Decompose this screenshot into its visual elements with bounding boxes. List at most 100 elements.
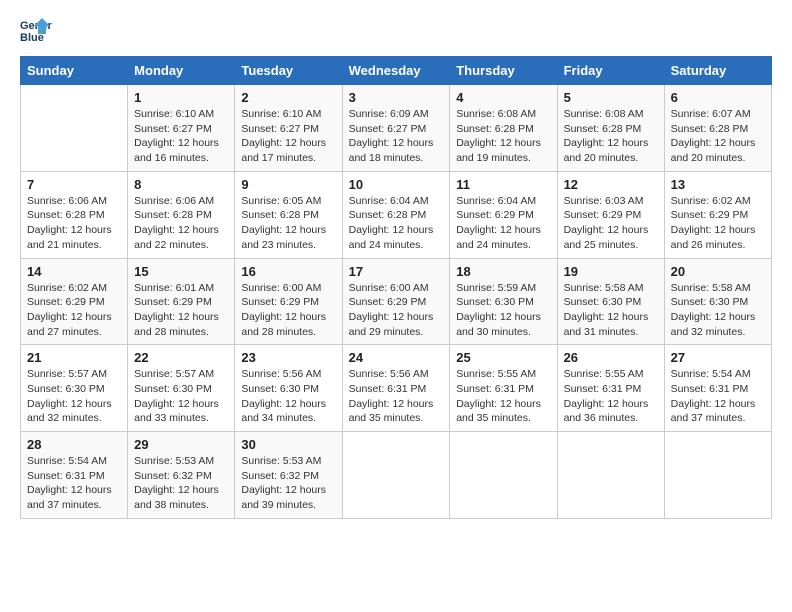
day-info: Sunrise: 6:10 AM Sunset: 6:27 PM Dayligh…	[134, 107, 228, 166]
day-info: Sunrise: 5:55 AM Sunset: 6:31 PM Dayligh…	[564, 367, 658, 426]
day-cell-6: 6 Sunrise: 6:07 AM Sunset: 6:28 PM Daylig…	[664, 85, 771, 172]
day-number: 10	[349, 177, 444, 192]
weekday-header-tuesday: Tuesday	[235, 57, 342, 85]
day-number: 20	[671, 264, 765, 279]
day-info: Sunrise: 6:00 AM Sunset: 6:29 PM Dayligh…	[241, 281, 335, 340]
calendar-table: SundayMondayTuesdayWednesdayThursdayFrid…	[20, 56, 772, 519]
day-cell-28: 28 Sunrise: 5:54 AM Sunset: 6:31 PM Dayli…	[21, 432, 128, 519]
day-info: Sunrise: 5:55 AM Sunset: 6:31 PM Dayligh…	[456, 367, 550, 426]
weekday-header-row: SundayMondayTuesdayWednesdayThursdayFrid…	[21, 57, 772, 85]
day-number: 13	[671, 177, 765, 192]
empty-cell	[342, 432, 450, 519]
day-info: Sunrise: 6:04 AM Sunset: 6:28 PM Dayligh…	[349, 194, 444, 253]
day-number: 22	[134, 350, 228, 365]
day-info: Sunrise: 6:06 AM Sunset: 6:28 PM Dayligh…	[134, 194, 228, 253]
day-cell-14: 14Sunrise: 6:02 AM Sunset: 6:29 PM Dayli…	[21, 258, 128, 345]
day-number: 19	[564, 264, 658, 279]
day-cell-24: 24 Sunrise: 5:56 AM Sunset: 6:31 PM Dayli…	[342, 345, 450, 432]
weekday-header-thursday: Thursday	[450, 57, 557, 85]
day-number: 1	[134, 90, 228, 105]
day-info: Sunrise: 6:07 AM Sunset: 6:28 PM Dayligh…	[671, 107, 765, 166]
day-number: 18	[456, 264, 550, 279]
day-info: Sunrise: 6:04 AM Sunset: 6:29 PM Dayligh…	[456, 194, 550, 253]
day-cell-1: 1 Sunrise: 6:10 AM Sunset: 6:27 PM Daylig…	[128, 85, 235, 172]
empty-cell	[557, 432, 664, 519]
week-row-2: 7 Sunrise: 6:06 AM Sunset: 6:28 PM Daylig…	[21, 171, 772, 258]
weekday-header-wednesday: Wednesday	[342, 57, 450, 85]
day-info: Sunrise: 6:09 AM Sunset: 6:27 PM Dayligh…	[349, 107, 444, 166]
day-cell-26: 26 Sunrise: 5:55 AM Sunset: 6:31 PM Dayli…	[557, 345, 664, 432]
day-number: 12	[564, 177, 658, 192]
week-row-1: 1 Sunrise: 6:10 AM Sunset: 6:27 PM Daylig…	[21, 85, 772, 172]
day-number: 7	[27, 177, 121, 192]
day-number: 16	[241, 264, 335, 279]
day-number: 2	[241, 90, 335, 105]
day-info: Sunrise: 6:10 AM Sunset: 6:27 PM Dayligh…	[241, 107, 335, 166]
week-row-4: 21 Sunrise: 5:57 AM Sunset: 6:30 PM Dayli…	[21, 345, 772, 432]
day-info: Sunrise: 6:00 AM Sunset: 6:29 PM Dayligh…	[349, 281, 444, 340]
day-cell-18: 18 Sunrise: 5:59 AM Sunset: 6:30 PM Dayli…	[450, 258, 557, 345]
day-info: Sunrise: 5:57 AM Sunset: 6:30 PM Dayligh…	[27, 367, 121, 426]
day-info: Sunrise: 5:54 AM Sunset: 6:31 PM Dayligh…	[671, 367, 765, 426]
logo-icon: General Blue	[20, 16, 52, 44]
day-info: Sunrise: 5:58 AM Sunset: 6:30 PM Dayligh…	[671, 281, 765, 340]
empty-cell	[450, 432, 557, 519]
day-number: 8	[134, 177, 228, 192]
day-info: Sunrise: 5:59 AM Sunset: 6:30 PM Dayligh…	[456, 281, 550, 340]
day-info: Sunrise: 6:08 AM Sunset: 6:28 PM Dayligh…	[456, 107, 550, 166]
day-number: 21	[27, 350, 121, 365]
weekday-header-saturday: Saturday	[664, 57, 771, 85]
day-cell-10: 10 Sunrise: 6:04 AM Sunset: 6:28 PM Dayli…	[342, 171, 450, 258]
day-number: 17	[349, 264, 444, 279]
week-row-5: 28 Sunrise: 5:54 AM Sunset: 6:31 PM Dayli…	[21, 432, 772, 519]
weekday-header-sunday: Sunday	[21, 57, 128, 85]
day-info: Sunrise: 6:01 AM Sunset: 6:29 PM Dayligh…	[134, 281, 228, 340]
day-info: Sunrise: 5:56 AM Sunset: 6:30 PM Dayligh…	[241, 367, 335, 426]
day-cell-25: 25 Sunrise: 5:55 AM Sunset: 6:31 PM Dayli…	[450, 345, 557, 432]
day-number: 4	[456, 90, 550, 105]
day-cell-17: 17 Sunrise: 6:00 AM Sunset: 6:29 PM Dayli…	[342, 258, 450, 345]
day-info: Sunrise: 5:53 AM Sunset: 6:32 PM Dayligh…	[134, 454, 228, 513]
day-number: 11	[456, 177, 550, 192]
logo: General Blue	[20, 16, 52, 44]
day-number: 26	[564, 350, 658, 365]
day-cell-12: 12Sunrise: 6:03 AM Sunset: 6:29 PM Dayli…	[557, 171, 664, 258]
day-cell-8: 8 Sunrise: 6:06 AM Sunset: 6:28 PM Daylig…	[128, 171, 235, 258]
day-number: 9	[241, 177, 335, 192]
day-cell-19: 19Sunrise: 5:58 AM Sunset: 6:30 PM Dayli…	[557, 258, 664, 345]
day-info: Sunrise: 6:02 AM Sunset: 6:29 PM Dayligh…	[27, 281, 121, 340]
day-cell-16: 16 Sunrise: 6:00 AM Sunset: 6:29 PM Dayli…	[235, 258, 342, 345]
day-cell-9: 9Sunrise: 6:05 AM Sunset: 6:28 PM Daylig…	[235, 171, 342, 258]
day-cell-20: 20 Sunrise: 5:58 AM Sunset: 6:30 PM Dayli…	[664, 258, 771, 345]
week-row-3: 14Sunrise: 6:02 AM Sunset: 6:29 PM Dayli…	[21, 258, 772, 345]
day-info: Sunrise: 5:53 AM Sunset: 6:32 PM Dayligh…	[241, 454, 335, 513]
day-cell-15: 15 Sunrise: 6:01 AM Sunset: 6:29 PM Dayli…	[128, 258, 235, 345]
day-cell-13: 13Sunrise: 6:02 AM Sunset: 6:29 PM Dayli…	[664, 171, 771, 258]
day-number: 3	[349, 90, 444, 105]
day-cell-23: 23 Sunrise: 5:56 AM Sunset: 6:30 PM Dayli…	[235, 345, 342, 432]
day-cell-22: 22 Sunrise: 5:57 AM Sunset: 6:30 PM Dayli…	[128, 345, 235, 432]
day-cell-3: 3 Sunrise: 6:09 AM Sunset: 6:27 PM Daylig…	[342, 85, 450, 172]
day-cell-21: 21 Sunrise: 5:57 AM Sunset: 6:30 PM Dayli…	[21, 345, 128, 432]
day-cell-4: 4 Sunrise: 6:08 AM Sunset: 6:28 PM Daylig…	[450, 85, 557, 172]
day-number: 25	[456, 350, 550, 365]
day-number: 27	[671, 350, 765, 365]
day-number: 23	[241, 350, 335, 365]
day-info: Sunrise: 5:54 AM Sunset: 6:31 PM Dayligh…	[27, 454, 121, 513]
day-number: 29	[134, 437, 228, 452]
day-info: Sunrise: 5:57 AM Sunset: 6:30 PM Dayligh…	[134, 367, 228, 426]
day-info: Sunrise: 5:56 AM Sunset: 6:31 PM Dayligh…	[349, 367, 444, 426]
day-number: 6	[671, 90, 765, 105]
day-info: Sunrise: 6:08 AM Sunset: 6:28 PM Dayligh…	[564, 107, 658, 166]
day-cell-7: 7Sunrise: 6:06 AM Sunset: 6:28 PM Daylig…	[21, 171, 128, 258]
header: General Blue	[20, 16, 772, 44]
day-cell-29: 29 Sunrise: 5:53 AM Sunset: 6:32 PM Dayli…	[128, 432, 235, 519]
day-number: 24	[349, 350, 444, 365]
day-cell-11: 11 Sunrise: 6:04 AM Sunset: 6:29 PM Dayli…	[450, 171, 557, 258]
empty-cell	[664, 432, 771, 519]
day-number: 28	[27, 437, 121, 452]
day-number: 5	[564, 90, 658, 105]
day-number: 15	[134, 264, 228, 279]
weekday-header-friday: Friday	[557, 57, 664, 85]
empty-cell	[21, 85, 128, 172]
